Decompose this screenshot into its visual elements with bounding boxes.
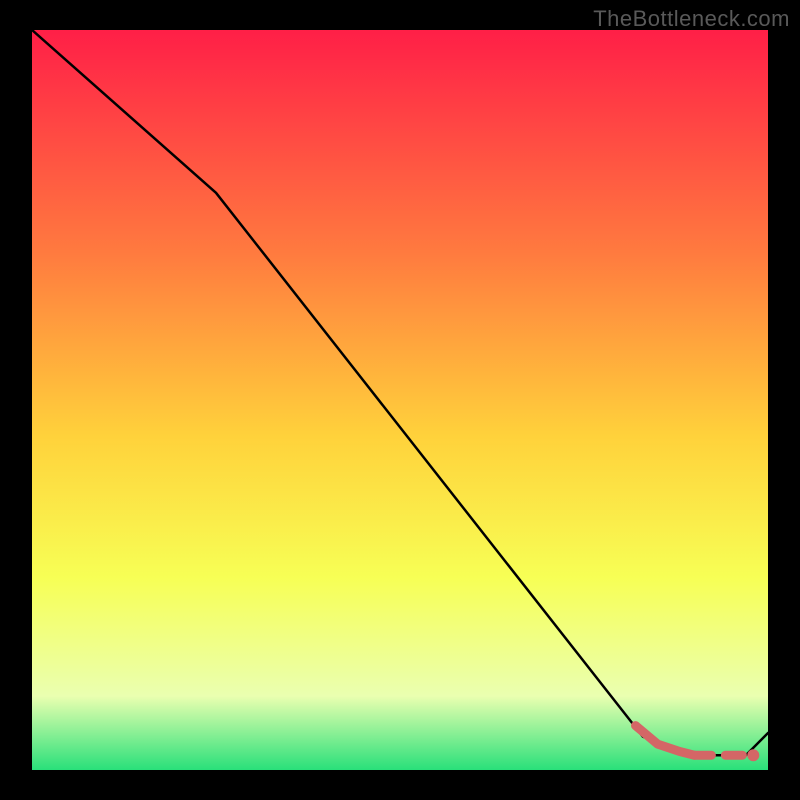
- highlight-end-dot: [747, 749, 759, 761]
- watermark-text: TheBottleneck.com: [593, 6, 790, 32]
- chart-frame: TheBottleneck.com: [0, 0, 800, 800]
- gradient-background: [32, 30, 768, 770]
- bottleneck-chart: [32, 30, 768, 770]
- plot-area: [32, 30, 768, 770]
